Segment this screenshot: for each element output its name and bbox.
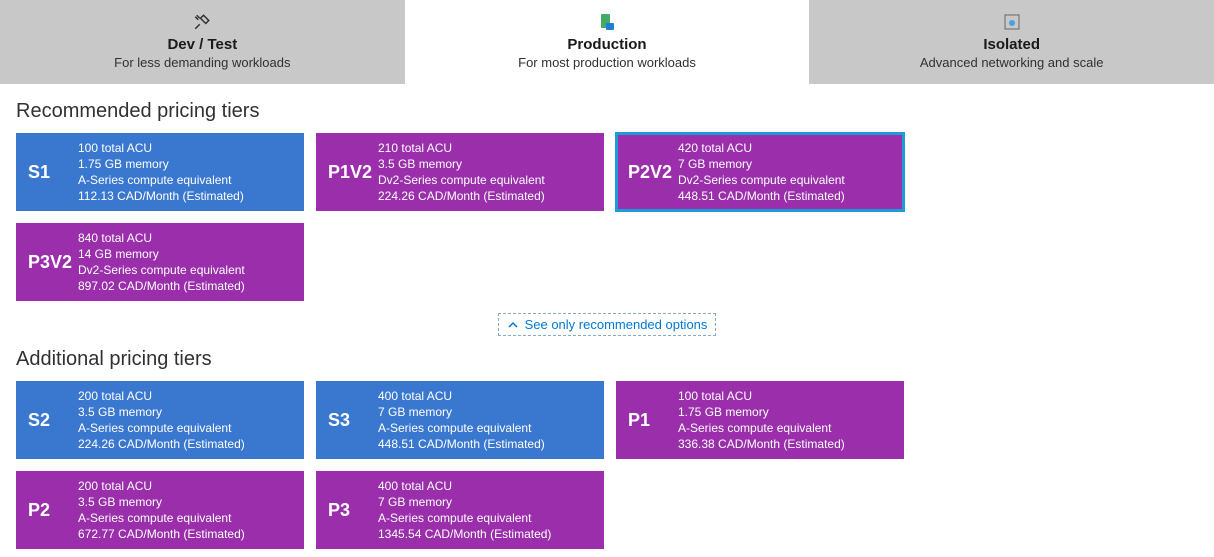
tier-price: 224.26 CAD/Month (Estimated) [78, 436, 294, 452]
tab-title: Production [405, 36, 810, 53]
recommended-section: Recommended pricing tiers S1100 total AC… [0, 84, 1214, 348]
toggle-recommended-link[interactable]: See only recommended options [498, 313, 717, 336]
tier-code: P1 [618, 410, 678, 431]
tier-price: 448.51 CAD/Month (Estimated) [378, 436, 594, 452]
tier-code: P3V2 [18, 252, 78, 273]
tier-series: A-Series compute equivalent [78, 420, 294, 436]
additional-cards: S2200 total ACU3.5 GB memoryA-Series com… [16, 381, 1198, 549]
tier-series: A-Series compute equivalent [78, 510, 294, 526]
tier-details: 100 total ACU1.75 GB memoryA-Series comp… [78, 140, 302, 205]
tier-details: 420 total ACU7 GB memoryDv2-Series compu… [678, 140, 902, 205]
tier-mem: 7 GB memory [678, 156, 894, 172]
tier-price: 112.13 CAD/Month (Estimated) [78, 188, 294, 204]
tier-code: P3 [318, 500, 378, 521]
tier-acu: 420 total ACU [678, 140, 894, 156]
tier-mem: 1.75 GB memory [78, 156, 294, 172]
tier-acu: 840 total ACU [78, 230, 294, 246]
tier-category-tabs: Dev / Test For less demanding workloads … [0, 0, 1214, 84]
pricing-tier-card-p2[interactable]: P2200 total ACU3.5 GB memoryA-Series com… [16, 471, 304, 549]
pricing-tier-card-s1[interactable]: S1100 total ACU1.75 GB memoryA-Series co… [16, 133, 304, 211]
tier-series: A-Series compute equivalent [378, 510, 594, 526]
tier-price: 897.02 CAD/Month (Estimated) [78, 278, 294, 294]
tier-price: 336.38 CAD/Month (Estimated) [678, 436, 894, 452]
tab-dev-test[interactable]: Dev / Test For less demanding workloads [0, 0, 405, 84]
tab-title: Isolated [809, 36, 1214, 53]
tier-series: A-Series compute equivalent [378, 420, 594, 436]
section-title-recommended: Recommended pricing tiers [16, 100, 1198, 123]
tier-details: 400 total ACU7 GB memoryA-Series compute… [378, 478, 602, 543]
tier-code: S1 [18, 162, 78, 183]
toggle-label: See only recommended options [525, 317, 708, 332]
tab-subtitle: For less demanding workloads [0, 55, 405, 70]
tier-acu: 200 total ACU [78, 478, 294, 494]
tier-series: Dv2-Series compute equivalent [78, 262, 294, 278]
tier-details: 840 total ACU14 GB memoryDv2-Series comp… [78, 230, 302, 295]
tier-details: 200 total ACU3.5 GB memoryA-Series compu… [78, 478, 302, 543]
tier-price: 448.51 CAD/Month (Estimated) [678, 188, 894, 204]
tier-details: 210 total ACU3.5 GB memoryDv2-Series com… [378, 140, 602, 205]
tier-details: 200 total ACU3.5 GB memoryA-Series compu… [78, 388, 302, 453]
server-icon [405, 12, 810, 32]
tier-mem: 3.5 GB memory [78, 494, 294, 510]
tier-series: Dv2-Series compute equivalent [378, 172, 594, 188]
pricing-tier-card-s2[interactable]: S2200 total ACU3.5 GB memoryA-Series com… [16, 381, 304, 459]
tier-series: A-Series compute equivalent [678, 420, 894, 436]
tier-code: P2V2 [618, 162, 678, 183]
tier-mem: 3.5 GB memory [378, 156, 594, 172]
tab-subtitle: Advanced networking and scale [809, 55, 1214, 70]
tab-title: Dev / Test [0, 36, 405, 53]
tier-series: A-Series compute equivalent [78, 172, 294, 188]
tier-acu: 100 total ACU [78, 140, 294, 156]
tier-details: 400 total ACU7 GB memoryA-Series compute… [378, 388, 602, 453]
tab-isolated[interactable]: Isolated Advanced networking and scale [809, 0, 1214, 84]
tools-icon [0, 12, 405, 32]
tier-acu: 400 total ACU [378, 478, 594, 494]
tier-series: Dv2-Series compute equivalent [678, 172, 894, 188]
pricing-tier-card-s3[interactable]: S3400 total ACU7 GB memoryA-Series compu… [316, 381, 604, 459]
tier-price: 1345.54 CAD/Month (Estimated) [378, 526, 594, 542]
tier-price: 672.77 CAD/Month (Estimated) [78, 526, 294, 542]
isolated-icon [809, 12, 1214, 32]
chevron-up-icon [507, 319, 519, 331]
recommended-cards: S1100 total ACU1.75 GB memoryA-Series co… [16, 133, 1198, 301]
tier-acu: 210 total ACU [378, 140, 594, 156]
tier-acu: 200 total ACU [78, 388, 294, 404]
tier-mem: 14 GB memory [78, 246, 294, 262]
pricing-tier-card-p2v2[interactable]: P2V2420 total ACU7 GB memoryDv2-Series c… [616, 133, 904, 211]
pricing-tier-card-p1[interactable]: P1100 total ACU1.75 GB memoryA-Series co… [616, 381, 904, 459]
tab-subtitle: For most production workloads [405, 55, 810, 70]
tier-code: P1V2 [318, 162, 378, 183]
pricing-tier-card-p3v2[interactable]: P3V2840 total ACU14 GB memoryDv2-Series … [16, 223, 304, 301]
tier-mem: 1.75 GB memory [678, 404, 894, 420]
tier-acu: 100 total ACU [678, 388, 894, 404]
additional-section: Additional pricing tiers S2200 total ACU… [0, 348, 1214, 557]
pricing-tier-card-p1v2[interactable]: P1V2210 total ACU3.5 GB memoryDv2-Series… [316, 133, 604, 211]
tab-production[interactable]: Production For most production workloads [405, 0, 810, 84]
tier-code: S2 [18, 410, 78, 431]
tier-acu: 400 total ACU [378, 388, 594, 404]
tier-code: S3 [318, 410, 378, 431]
tier-mem: 3.5 GB memory [78, 404, 294, 420]
pricing-tier-card-p3[interactable]: P3400 total ACU7 GB memoryA-Series compu… [316, 471, 604, 549]
tier-code: P2 [18, 500, 78, 521]
section-title-additional: Additional pricing tiers [16, 348, 1198, 371]
tier-price: 224.26 CAD/Month (Estimated) [378, 188, 594, 204]
tier-details: 100 total ACU1.75 GB memoryA-Series comp… [678, 388, 902, 453]
tier-mem: 7 GB memory [378, 494, 594, 510]
tier-mem: 7 GB memory [378, 404, 594, 420]
